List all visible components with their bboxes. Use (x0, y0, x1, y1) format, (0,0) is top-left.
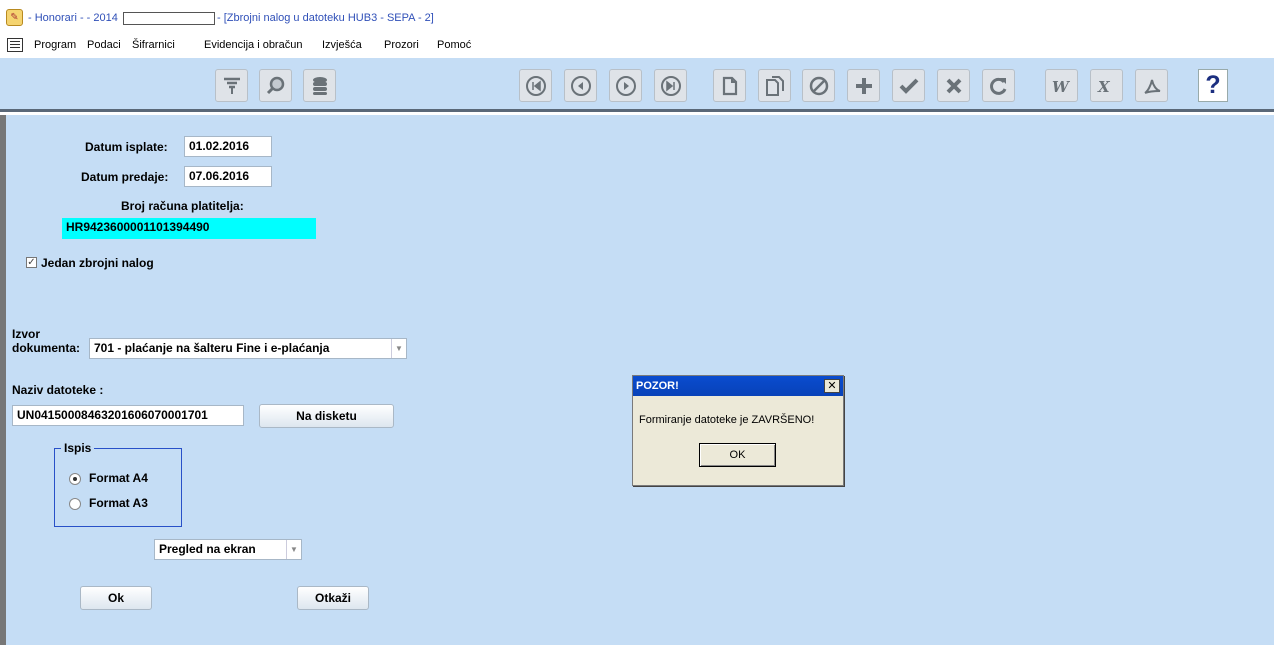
format-a3-label: Format A3 (89, 496, 148, 510)
last-record-button[interactable] (654, 69, 687, 102)
copy-document-icon (765, 75, 784, 96)
add-icon (855, 77, 872, 94)
database-button[interactable] (303, 69, 336, 102)
excel-export-icon: X (1097, 78, 1111, 96)
naziv-datoteke-label: Naziv datoteke : (12, 383, 104, 397)
menu-prozori[interactable]: Prozori (384, 39, 419, 51)
izvor-label-line2: dokumenta: (12, 341, 81, 355)
jedan-nalog-checkbox[interactable]: ✓ (26, 257, 37, 268)
na-disketu-button[interactable]: Na disketu (259, 404, 394, 428)
search-button[interactable] (259, 69, 292, 102)
chevron-down-icon[interactable]: ▼ (391, 339, 406, 358)
jedan-nalog-label: Jedan zbrojni nalog (41, 256, 154, 270)
window-title-part1: - Honorari - - 2014 (28, 12, 118, 24)
help-button[interactable]: ? (1198, 69, 1228, 102)
refresh-icon (989, 77, 1006, 95)
word-export-icon: W (1052, 78, 1071, 96)
ok-button[interactable]: Ok (80, 586, 152, 610)
close-icon[interactable]: ✕ (824, 379, 840, 393)
dialog-message: Formiranje datoteke je ZAVRŠENO! (639, 414, 815, 426)
izvor-dropdown-value: 701 - plaćanje na šalteru Fine i e-plaća… (94, 341, 330, 355)
new-document-button[interactable] (713, 69, 746, 102)
filter-button[interactable] (215, 69, 248, 102)
first-record-button[interactable] (519, 69, 552, 102)
menu-program[interactable]: Program (34, 39, 76, 51)
svg-text:W: W (1052, 78, 1071, 96)
help-icon: ? (1205, 71, 1221, 99)
datum-predaje-label: Datum predaje: (81, 170, 169, 184)
format-a4-label: Format A4 (89, 471, 148, 485)
datum-isplate-field[interactable]: 01.02.2016 (184, 136, 272, 157)
refresh-button[interactable] (982, 69, 1015, 102)
format-a3-radio[interactable] (69, 498, 81, 510)
previous-record-button[interactable] (564, 69, 597, 102)
title-field-box (123, 12, 215, 25)
cancel-button[interactable] (802, 69, 835, 102)
dialog-ok-button[interactable]: OK (699, 443, 776, 467)
toolbar: W X ? (0, 58, 1274, 112)
menu-bar: Program Podaci Šifrarnici Evidencija i o… (0, 34, 1274, 58)
filter-icon (223, 77, 240, 94)
alert-dialog: POZOR! ✕ Formiranje datoteke je ZAVRŠENO… (632, 375, 844, 486)
delete-icon (946, 78, 961, 93)
format-a4-radio[interactable] (69, 473, 81, 485)
pdf-export-button[interactable] (1135, 69, 1168, 102)
confirm-icon (899, 78, 918, 94)
last-record-icon (660, 75, 681, 96)
ispis-groupbox: Ispis Format A4 Format A3 (54, 441, 182, 527)
chevron-down-icon[interactable]: ▼ (286, 540, 301, 559)
app-icon[interactable]: ✎ (6, 9, 23, 26)
menu-podaci[interactable]: Podaci (87, 39, 121, 51)
datum-predaje-field[interactable]: 07.06.2016 (184, 166, 272, 187)
izvor-dropdown[interactable]: 701 - plaćanje na šalteru Fine i e-plaća… (89, 338, 407, 359)
broj-racuna-field[interactable]: HR9423600001101394490 (62, 218, 316, 239)
window-menu-icon[interactable] (7, 38, 23, 52)
menu-evidencija[interactable]: Evidencija i obračun (204, 39, 302, 51)
next-record-button[interactable] (609, 69, 642, 102)
menu-izvjesca[interactable]: Izvješća (322, 39, 362, 51)
first-record-icon (525, 75, 546, 96)
pregled-dropdown[interactable]: Pregled na ekran ▼ (154, 539, 302, 560)
excel-export-button[interactable]: X (1090, 69, 1123, 102)
dialog-title: POZOR! (633, 376, 843, 396)
copy-document-button[interactable] (758, 69, 791, 102)
confirm-button[interactable] (892, 69, 925, 102)
previous-record-icon (570, 75, 591, 96)
add-button[interactable] (847, 69, 880, 102)
title-bar: ✎ - Honorari - - 2014 - [Zbrojni nalog u… (0, 0, 1274, 34)
otkazi-button[interactable]: Otkaži (297, 586, 369, 610)
pregled-dropdown-value: Pregled na ekran (159, 542, 256, 556)
menu-sifrarnici[interactable]: Šifrarnici (132, 39, 175, 51)
dialog-title-text: POZOR! (636, 380, 679, 392)
database-icon (312, 76, 327, 95)
delete-button[interactable] (937, 69, 970, 102)
new-document-icon (722, 76, 737, 95)
datum-isplate-label: Datum isplate: (85, 140, 168, 154)
cancel-icon (809, 76, 828, 95)
menu-pomoc[interactable]: Pomoć (437, 39, 471, 51)
svg-text:X: X (1097, 78, 1111, 96)
pdf-export-icon (1143, 79, 1160, 94)
izvor-label-line1: Izvor (12, 327, 41, 341)
search-icon (266, 76, 284, 94)
window-title-part2: - [Zbrojni nalog u datoteku HUB3 - SEPA … (217, 12, 434, 24)
broj-racuna-label: Broj računa platitelja: (121, 199, 244, 213)
word-export-button[interactable]: W (1045, 69, 1078, 102)
ispis-title: Ispis (61, 441, 95, 455)
naziv-datoteke-field[interactable]: UN0415000846320160607000170​1 (12, 405, 244, 426)
next-record-icon (615, 75, 636, 96)
